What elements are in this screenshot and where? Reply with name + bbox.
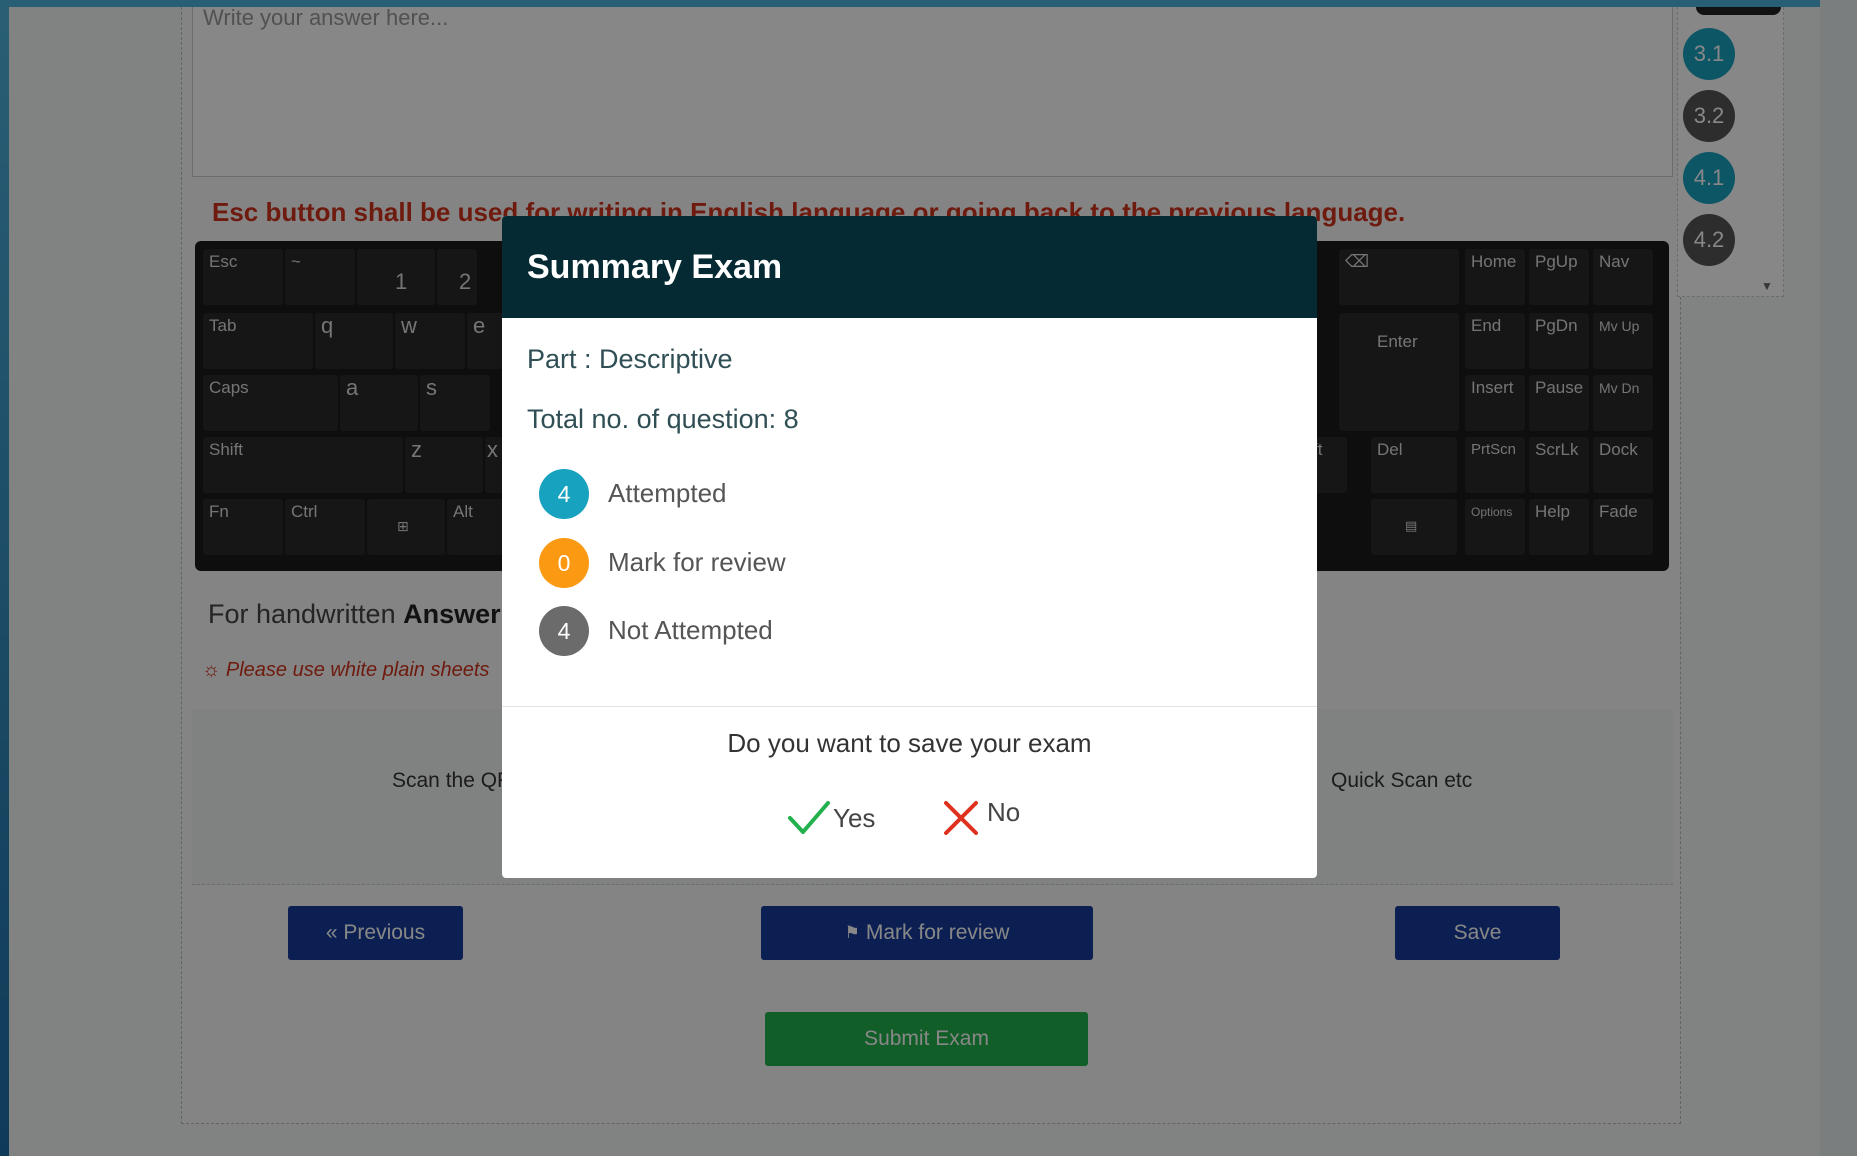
attempted-label: Attempted: [608, 478, 727, 508]
summary-exam-modal: Summary Exam Part : Descriptive Total no…: [502, 216, 1317, 878]
save-confirm-question: Do you want to save your exam: [727, 728, 1092, 758]
yes-button[interactable]: Yes: [787, 800, 875, 836]
total-questions-label: Total no. of question: 8: [527, 404, 799, 434]
attempted-count-badge: 4: [539, 469, 589, 519]
review-label: Mark for review: [608, 547, 786, 577]
modal-title: Summary Exam: [502, 216, 1317, 318]
modal-divider: [502, 706, 1317, 707]
not-attempted-label: Not Attempted: [608, 615, 773, 645]
review-count-badge: 0: [539, 538, 589, 588]
close-icon: [944, 801, 978, 835]
part-label: Part : Descriptive: [527, 344, 733, 374]
no-button[interactable]: No: [943, 797, 1020, 836]
not-attempted-count-badge: 4: [539, 606, 589, 656]
check-icon: [788, 801, 830, 834]
